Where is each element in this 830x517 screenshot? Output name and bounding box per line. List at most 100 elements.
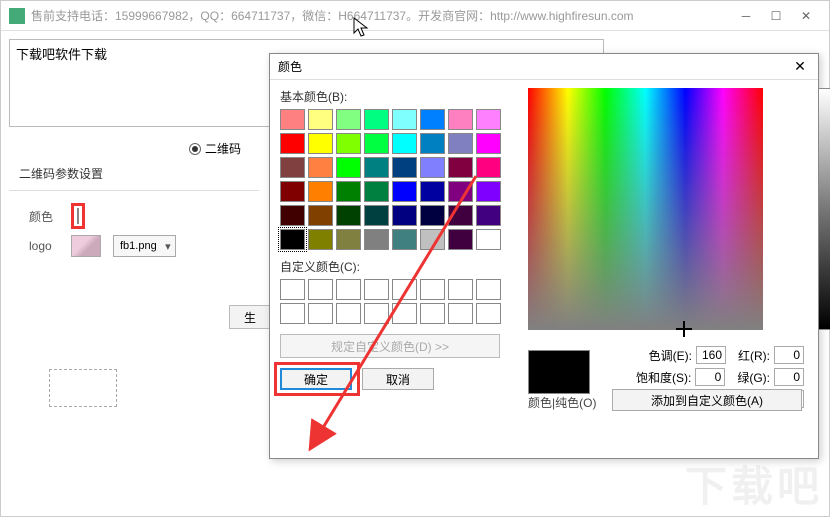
cancel-button[interactable]: 取消 (362, 368, 434, 390)
basic-color-cell[interactable] (392, 157, 417, 178)
basic-color-cell[interactable] (336, 109, 361, 130)
sat-input[interactable] (695, 368, 725, 386)
color-gradient[interactable] (528, 88, 763, 330)
custom-color-slot[interactable] (420, 279, 445, 300)
basic-color-cell[interactable] (420, 133, 445, 154)
custom-colors-label: 自定义颜色(C): (280, 258, 520, 275)
custom-color-slot[interactable] (336, 279, 361, 300)
basic-color-cell[interactable] (392, 229, 417, 250)
basic-color-cell[interactable] (308, 133, 333, 154)
basic-colors-grid (280, 109, 520, 250)
custom-color-slot[interactable] (280, 279, 305, 300)
custom-color-slot[interactable] (448, 279, 473, 300)
basic-color-cell[interactable] (308, 229, 333, 250)
preview-label: 颜色|纯色(O) (528, 394, 596, 411)
qr-radio[interactable]: 二维码 (189, 140, 241, 157)
logo-combo-value: fb1.png (120, 240, 157, 252)
basic-color-cell[interactable] (392, 205, 417, 226)
basic-color-cell[interactable] (476, 181, 501, 202)
basic-color-cell[interactable] (476, 109, 501, 130)
basic-color-cell[interactable] (420, 157, 445, 178)
add-custom-button[interactable]: 添加到自定义颜色(A) (612, 389, 802, 411)
basic-color-cell[interactable] (420, 109, 445, 130)
g-input[interactable] (774, 368, 804, 386)
basic-color-cell[interactable] (448, 181, 473, 202)
app-icon (9, 8, 25, 24)
basic-color-cell[interactable] (308, 205, 333, 226)
main-window: 售前支持电话：15999667982，QQ：664711737，微信：H6647… (0, 0, 830, 517)
r-label: 红(R): (738, 347, 770, 364)
basic-color-cell[interactable] (280, 109, 305, 130)
basic-color-cell[interactable] (448, 157, 473, 178)
titlebar: 售前支持电话：15999667982，QQ：664711737，微信：H6647… (1, 1, 829, 31)
basic-color-cell[interactable] (336, 181, 361, 202)
basic-color-cell[interactable] (364, 229, 389, 250)
basic-color-cell[interactable] (280, 229, 305, 250)
basic-color-cell[interactable] (420, 181, 445, 202)
basic-color-cell[interactable] (476, 157, 501, 178)
luminance-strip[interactable] (818, 88, 830, 330)
basic-color-cell[interactable] (336, 133, 361, 154)
custom-color-slot[interactable] (280, 303, 305, 324)
custom-color-slot[interactable] (476, 279, 501, 300)
dialog-close-button[interactable]: ✕ (790, 58, 810, 75)
basic-color-cell[interactable] (392, 181, 417, 202)
basic-color-cell[interactable] (308, 181, 333, 202)
custom-color-slot[interactable] (308, 303, 333, 324)
basic-color-cell[interactable] (364, 109, 389, 130)
r-input[interactable] (774, 346, 804, 364)
basic-color-cell[interactable] (448, 205, 473, 226)
hue-input[interactable] (696, 346, 726, 364)
basic-color-cell[interactable] (280, 181, 305, 202)
maximize-button[interactable]: ☐ (761, 4, 791, 28)
basic-color-cell[interactable] (364, 205, 389, 226)
basic-color-cell[interactable] (308, 157, 333, 178)
custom-color-slot[interactable] (420, 303, 445, 324)
basic-color-cell[interactable] (392, 109, 417, 130)
custom-colors-grid (280, 279, 520, 324)
custom-color-slot[interactable] (392, 303, 417, 324)
color-preview (528, 350, 590, 394)
basic-color-cell[interactable] (280, 205, 305, 226)
dialog-titlebar: 颜色 ✕ (270, 54, 818, 80)
crosshair-icon (678, 323, 690, 335)
basic-color-cell[interactable] (448, 229, 473, 250)
basic-color-cell[interactable] (364, 133, 389, 154)
basic-color-cell[interactable] (336, 205, 361, 226)
sat-label: 饱和度(S): (636, 369, 691, 386)
basic-color-cell[interactable] (476, 229, 501, 250)
radio-icon (189, 143, 201, 155)
basic-color-cell[interactable] (420, 205, 445, 226)
color-swatch[interactable] (77, 208, 79, 224)
preview-placeholder (49, 369, 117, 407)
basic-color-cell[interactable] (364, 157, 389, 178)
custom-color-slot[interactable] (336, 303, 361, 324)
basic-color-cell[interactable] (448, 133, 473, 154)
custom-color-slot[interactable] (308, 279, 333, 300)
window-title: 售前支持电话：15999667982，QQ：664711737，微信：H6647… (31, 7, 731, 24)
logo-thumbnail[interactable] (71, 235, 101, 257)
custom-color-slot[interactable] (448, 303, 473, 324)
custom-color-slot[interactable] (392, 279, 417, 300)
generate-button[interactable]: 生 (229, 305, 271, 329)
basic-color-cell[interactable] (336, 229, 361, 250)
basic-color-cell[interactable] (308, 109, 333, 130)
custom-color-slot[interactable] (364, 279, 389, 300)
basic-color-cell[interactable] (336, 157, 361, 178)
logo-combo[interactable]: fb1.png (113, 235, 176, 257)
basic-color-cell[interactable] (476, 133, 501, 154)
basic-color-cell[interactable] (364, 181, 389, 202)
basic-color-cell[interactable] (280, 157, 305, 178)
basic-color-cell[interactable] (476, 205, 501, 226)
basic-color-cell[interactable] (448, 109, 473, 130)
close-button[interactable]: ✕ (791, 4, 821, 28)
custom-color-slot[interactable] (364, 303, 389, 324)
ok-button[interactable]: 确定 (280, 368, 352, 390)
define-custom-button: 规定自定义颜色(D) >> (280, 334, 500, 358)
custom-color-slot[interactable] (476, 303, 501, 324)
minimize-button[interactable]: ─ (731, 4, 761, 28)
basic-color-cell[interactable] (280, 133, 305, 154)
basic-color-cell[interactable] (420, 229, 445, 250)
g-label: 绿(G): (737, 369, 770, 386)
basic-color-cell[interactable] (392, 133, 417, 154)
